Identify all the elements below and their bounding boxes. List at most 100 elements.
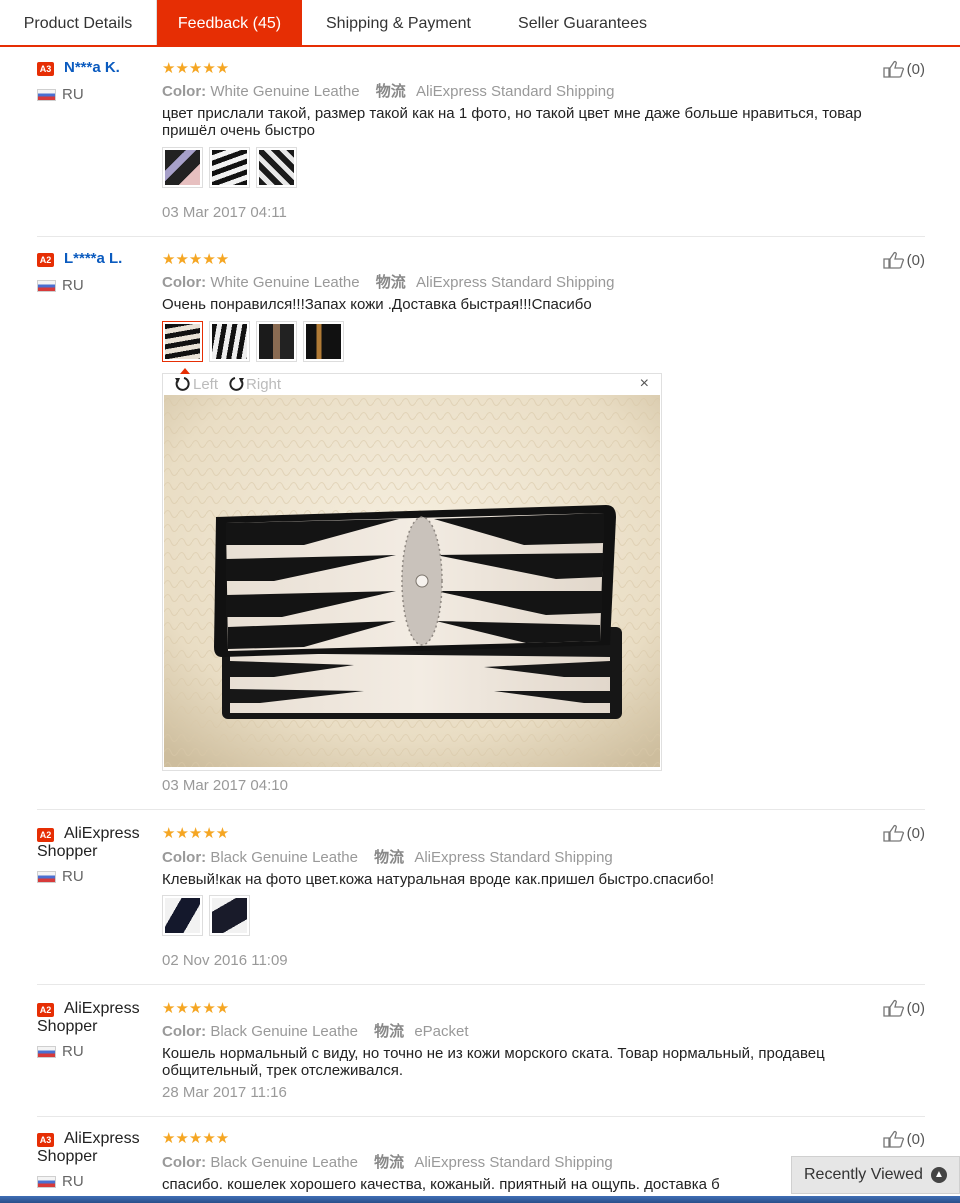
helpful-button[interactable]: (0)	[883, 1130, 925, 1148]
logistics-label: 物流	[374, 1154, 405, 1171]
reviewer-country: RU	[37, 86, 84, 103]
photo-viewer: Left Right ×	[162, 368, 662, 771]
rotate-right-icon	[229, 377, 245, 391]
rotate-right-label: Right	[246, 375, 282, 393]
color-label: Color:	[162, 1154, 207, 1171]
russia-flag-icon	[37, 279, 56, 292]
order-info: Color: White Genuine Leathe 物流 AliExpres…	[162, 271, 614, 292]
reviewer-country: RU	[37, 868, 84, 885]
rating-stars: ★★★★★	[162, 825, 230, 842]
tab-feedback[interactable]: Feedback (45)	[157, 0, 302, 45]
review-date: 03 Mar 2017 04:10	[162, 777, 288, 794]
buyer-level-badge: A3	[37, 62, 54, 76]
rating-stars: ★★★★★	[162, 1000, 230, 1017]
review-photo-thumbnail[interactable]	[162, 895, 203, 936]
reviewer-country: RU	[37, 1173, 84, 1190]
review-item: A3 N***a K. RU ★★★★★ Color: White Genuin…	[37, 48, 925, 237]
russia-flag-icon	[37, 88, 56, 101]
color-value: Black Genuine Leathe	[210, 1023, 358, 1040]
close-viewer-button[interactable]: ×	[640, 375, 649, 393]
color-value: White Genuine Leathe	[210, 274, 360, 291]
order-info: Color: Black Genuine Leathe 物流 ePacket	[162, 1020, 469, 1041]
tab-product-details[interactable]: Product Details	[0, 0, 157, 45]
color-value: Black Genuine Leathe	[210, 849, 358, 866]
color-label: Color:	[162, 849, 207, 866]
helpful-count: (0)	[906, 1130, 925, 1148]
reviewer-name-line2: Shopper	[37, 843, 98, 860]
review-photo-thumbnail[interactable]	[209, 147, 250, 188]
country-code: RU	[62, 86, 84, 103]
logistics-value: AliExpress Standard Shipping	[414, 1154, 613, 1171]
reviewer-name: AliExpress	[64, 1000, 140, 1017]
helpful-count: (0)	[906, 251, 925, 269]
order-info: Color: White Genuine Leathe 物流 AliExpres…	[162, 80, 614, 101]
color-label: Color:	[162, 83, 207, 100]
review-item: A2 AliExpress Shopper RU ★★★★★ Color: Bl…	[37, 810, 925, 985]
review-photo-thumbnail[interactable]	[303, 321, 344, 362]
tab-seller-guarantees[interactable]: Seller Guarantees	[495, 0, 670, 45]
reviewer-name-line2: Shopper	[37, 1148, 98, 1165]
country-code: RU	[62, 868, 84, 885]
helpful-button[interactable]: (0)	[883, 824, 925, 842]
thumbs-up-icon	[883, 999, 904, 1017]
review-photo-thumbnail-selected[interactable]	[162, 321, 203, 362]
russia-flag-icon	[37, 870, 56, 883]
review-text: Клевый!как на фото цвет.кожа натуральная…	[162, 871, 715, 888]
reviewer-name: AliExpress	[64, 1130, 140, 1147]
rotate-left-icon	[175, 377, 190, 391]
rotate-right-button[interactable]: Right	[226, 375, 281, 393]
russia-flag-icon	[37, 1175, 56, 1188]
russia-flag-icon	[37, 1045, 56, 1058]
helpful-button[interactable]: (0)	[883, 60, 925, 78]
review-photo-large	[164, 395, 660, 767]
thumbs-up-icon	[883, 1130, 904, 1148]
review-photo-thumbnail[interactable]	[162, 147, 203, 188]
logistics-value: ePacket	[414, 1023, 469, 1040]
tab-shipping-payment[interactable]: Shipping & Payment	[302, 0, 495, 45]
helpful-button[interactable]: (0)	[883, 251, 925, 269]
review-photos	[162, 895, 250, 936]
reviewer-name-line2: Shopper	[37, 1018, 98, 1035]
review-photos	[162, 321, 344, 362]
thumbs-up-icon	[883, 251, 904, 269]
logistics-value: AliExpress Standard Shipping	[415, 274, 615, 291]
color-value: Black Genuine Leathe	[210, 1154, 358, 1171]
review-date: 03 Mar 2017 04:11	[162, 204, 287, 221]
helpful-button[interactable]: (0)	[883, 999, 925, 1017]
recently-viewed-button[interactable]: Recently Viewed ▲	[791, 1156, 960, 1194]
review-photo-thumbnail[interactable]	[256, 321, 297, 362]
logistics-label: 物流	[375, 274, 406, 291]
country-code: RU	[62, 1043, 84, 1060]
country-code: RU	[62, 1173, 84, 1190]
review-date: 02 Nov 2016 11:09	[162, 952, 288, 969]
logistics-label: 物流	[375, 83, 406, 100]
buyer-level-badge: A2	[37, 1003, 54, 1017]
order-info: Color: Black Genuine Leathe 物流 AliExpres…	[162, 1151, 613, 1172]
reviewer-country: RU	[37, 1043, 84, 1060]
reviewer-name[interactable]: L****a L.	[64, 250, 122, 267]
review-item: A2 AliExpress Shopper RU ★★★★★ Color: Bl…	[37, 985, 925, 1117]
rating-stars: ★★★★★	[162, 60, 230, 77]
review-text: Кошель нормальный с виду, но точно не из…	[162, 1045, 825, 1079]
logistics-label: 物流	[374, 849, 405, 866]
logistics-label: 物流	[374, 1023, 405, 1040]
review-date: 28 Mar 2017 11:16	[162, 1084, 287, 1101]
review-photo-thumbnail[interactable]	[209, 321, 250, 362]
buyer-level-badge: A3	[37, 1133, 54, 1147]
review-photo-thumbnail[interactable]	[209, 895, 250, 936]
rotate-left-label: Left	[193, 375, 219, 393]
rating-stars: ★★★★★	[162, 1130, 230, 1147]
review-photo-thumbnail[interactable]	[256, 147, 297, 188]
thumbs-up-icon	[883, 824, 904, 842]
color-label: Color:	[162, 274, 207, 291]
taskbar-strip	[0, 1196, 960, 1203]
tab-bar: Product Details Feedback (45) Shipping &…	[0, 0, 960, 47]
review-text: Очень понравился!!!Запах кожи .Доставка …	[162, 296, 592, 313]
helpful-count: (0)	[906, 824, 925, 842]
rotate-left-button[interactable]: Left	[173, 375, 218, 393]
order-info: Color: Black Genuine Leathe 物流 AliExpres…	[162, 846, 613, 867]
reviewer-name[interactable]: N***a K.	[64, 59, 120, 76]
recently-viewed-label: Recently Viewed	[804, 1166, 923, 1183]
rating-stars: ★★★★★	[162, 251, 230, 268]
reviewer-name: AliExpress	[64, 825, 140, 842]
